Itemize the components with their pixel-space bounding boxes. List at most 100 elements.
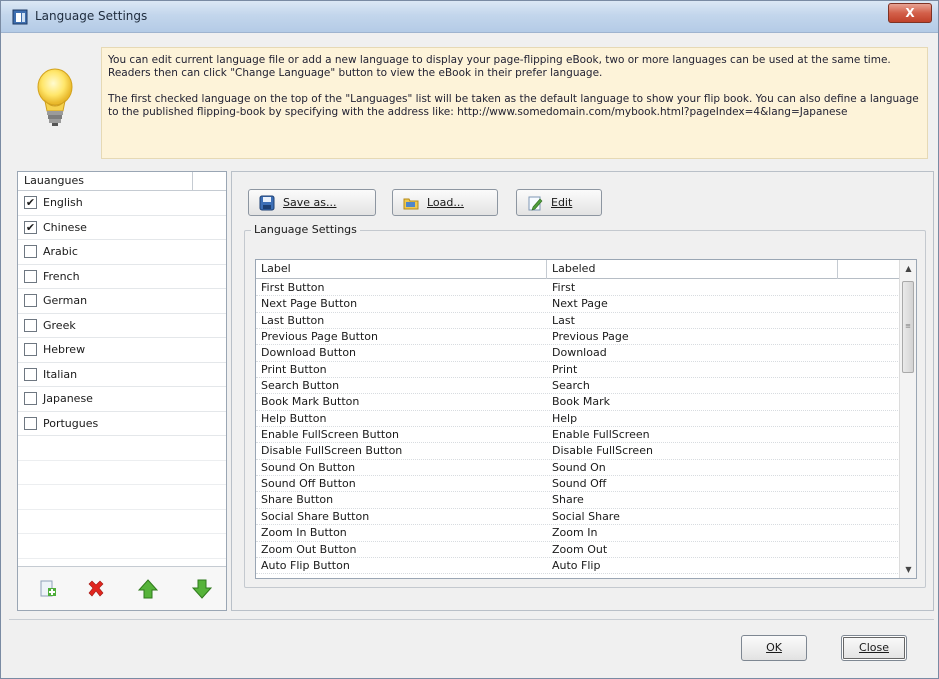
label-cell[interactable]: Sound On Button (256, 460, 355, 476)
title-bar[interactable]: Language Settings X (1, 1, 938, 33)
table-row[interactable]: First Button First (256, 280, 900, 297)
grid-vertical-scrollbar[interactable]: ▲ ≡ ▼ (899, 260, 916, 578)
table-row[interactable]: Sound On Button Sound On (256, 460, 900, 477)
labeled-cell[interactable]: Last (547, 313, 575, 329)
table-row[interactable]: Zoom Out Button Zoom Out (256, 542, 900, 558)
table-row[interactable]: Zoom In Button Zoom In (256, 525, 900, 542)
language-item[interactable]: ✔ Chinese (18, 216, 226, 240)
labeled-cell[interactable]: Disable FullScreen (547, 443, 653, 459)
label-cell[interactable]: Print Button (256, 362, 327, 378)
window-close-button[interactable]: X (888, 3, 932, 23)
label-cell[interactable]: Last Button (256, 313, 324, 329)
language-checkbox[interactable] (24, 367, 37, 381)
table-row[interactable]: Print Button Print (256, 362, 900, 379)
label-cell[interactable]: Share Button (256, 492, 333, 508)
labels-grid: Label Labeled First Button First Next Page… (255, 259, 917, 579)
info-message-box: You can edit current language file or ad… (101, 47, 928, 159)
language-item[interactable]: French (18, 265, 226, 289)
label-cell[interactable]: Help Button (256, 411, 326, 427)
labeled-cell[interactable]: Zoom Out (547, 542, 607, 558)
label-cell[interactable]: Enable FullScreen Button (256, 427, 399, 443)
move-up-icon[interactable] (138, 579, 158, 599)
language-item[interactable]: German (18, 289, 226, 314)
language-checkbox[interactable] (24, 245, 37, 259)
language-checkbox[interactable] (24, 294, 37, 308)
label-cell[interactable]: Social Share Button (256, 509, 369, 525)
table-row[interactable]: Sound Off Button Sound Off (256, 476, 900, 493)
column-header-label[interactable]: Label (256, 260, 547, 279)
table-row[interactable]: Search Button Search (256, 378, 900, 395)
languages-list-header: Lauangues (18, 172, 226, 191)
label-cell[interactable]: Zoom Out Button (256, 542, 357, 558)
language-label: Japanese (43, 392, 93, 406)
table-row[interactable]: Next Page Button Next Page (256, 296, 900, 313)
labeled-cell[interactable]: Social Share (547, 509, 620, 525)
language-item[interactable]: Italian (18, 363, 226, 387)
scroll-up-arrow-icon[interactable]: ▲ (900, 260, 916, 277)
labeled-cell[interactable]: First (547, 280, 575, 296)
labeled-cell[interactable]: Previous Page (547, 329, 629, 345)
table-row[interactable]: Enable FullScreen Button Enable FullScree… (256, 427, 900, 444)
labeled-cell[interactable]: Book Mark (547, 394, 610, 410)
close-button[interactable]: Close (841, 635, 907, 661)
labeled-cell[interactable]: Search (547, 378, 590, 394)
label-cell[interactable]: Previous Page Button (256, 329, 378, 345)
table-row[interactable]: Help Button Help (256, 411, 900, 428)
label-cell[interactable]: Book Mark Button (256, 394, 359, 410)
language-item[interactable]: ✔ English (18, 191, 226, 216)
load-label: Load... (427, 196, 464, 209)
delete-language-icon[interactable] (86, 579, 106, 599)
move-down-icon[interactable] (192, 579, 212, 599)
save-disk-icon (259, 195, 275, 210)
language-item[interactable]: Portugues (18, 412, 226, 436)
language-item[interactable]: Greek (18, 314, 226, 338)
table-row[interactable]: Last Button Last (256, 313, 900, 330)
table-row[interactable]: Disable FullScreen Button Disable FullScr… (256, 443, 900, 460)
table-row[interactable]: Previous Page Button Previous Page (256, 329, 900, 346)
language-item[interactable]: Hebrew (18, 338, 226, 363)
labeled-cell[interactable]: Zoom In (547, 525, 597, 541)
language-checkbox[interactable] (24, 392, 37, 406)
save-as-label: Save as... (283, 196, 337, 209)
load-button[interactable]: Load... (392, 189, 498, 216)
edit-button[interactable]: Edit (516, 189, 602, 216)
labeled-cell[interactable]: Sound Off (547, 476, 606, 492)
label-cell[interactable]: Disable FullScreen Button (256, 443, 402, 459)
language-checkbox[interactable] (24, 343, 37, 357)
label-cell[interactable]: Zoom In Button (256, 525, 347, 541)
label-cell[interactable]: Sound Off Button (256, 476, 356, 492)
labeled-cell[interactable]: Help (547, 411, 577, 427)
language-checkbox[interactable] (24, 416, 37, 430)
labeled-cell[interactable]: Sound On (547, 460, 606, 476)
labeled-cell[interactable]: Print (547, 362, 577, 378)
labeled-cell[interactable]: Enable FullScreen (547, 427, 650, 443)
language-item[interactable]: Arabic (18, 240, 226, 265)
table-row[interactable]: Share Button Share (256, 492, 900, 509)
table-row[interactable]: Download Button Download (256, 345, 900, 362)
label-cell[interactable]: Next Page Button (256, 296, 357, 312)
language-checkbox[interactable]: ✔ (24, 220, 37, 234)
scroll-thumb[interactable]: ≡ (902, 281, 914, 373)
table-row[interactable]: Social Share Button Social Share (256, 509, 900, 526)
column-header-labeled[interactable]: Labeled (547, 260, 838, 279)
add-language-icon[interactable] (38, 579, 58, 599)
labeled-cell[interactable]: Download (547, 345, 607, 361)
labeled-cell[interactable]: Next Page (547, 296, 608, 312)
table-row[interactable]: Auto Flip Button Auto Flip (256, 558, 900, 575)
save-as-button[interactable]: Save as... (248, 189, 376, 216)
label-cell[interactable]: Download Button (256, 345, 356, 361)
label-cell[interactable]: Auto Flip Button (256, 558, 350, 574)
labeled-cell[interactable]: Auto Flip (547, 558, 600, 574)
label-cell[interactable]: First Button (256, 280, 325, 296)
language-checkbox[interactable] (24, 318, 37, 332)
language-checkbox[interactable] (24, 269, 37, 283)
label-cell[interactable]: Search Button (256, 378, 339, 394)
language-item[interactable]: Japanese (18, 387, 226, 412)
language-checkbox[interactable]: ✔ (24, 196, 37, 210)
lightbulb-icon (37, 68, 73, 126)
table-row[interactable]: Book Mark Button Book Mark (256, 394, 900, 411)
header-column-separator[interactable] (192, 172, 193, 190)
ok-button[interactable]: OK (741, 635, 807, 661)
labeled-cell[interactable]: Share (547, 492, 584, 508)
scroll-down-arrow-icon[interactable]: ▼ (900, 561, 916, 578)
